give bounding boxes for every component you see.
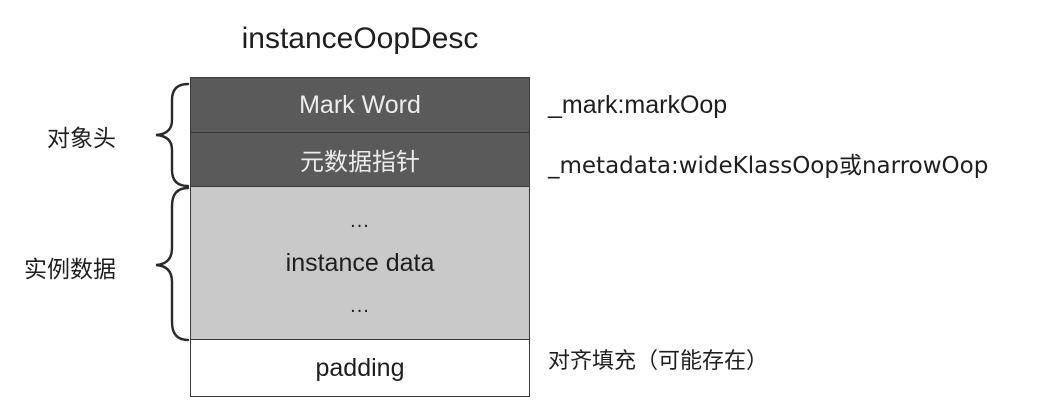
mark-word-label: Mark Word <box>299 90 421 119</box>
metadata-pointer-label: 元数据指针 <box>300 148 420 176</box>
padding-block: padding <box>190 339 530 397</box>
padding-note-label: 对齐填充（可能存在） <box>548 349 769 374</box>
mark-word-block: Mark Word <box>190 77 530 133</box>
object-header-label: 对象头 <box>47 126 116 152</box>
instance-data-block: ... instance data ... <box>190 186 530 340</box>
instance-data-side-label: 实例数据 <box>24 257 116 283</box>
metadata-pointer-block: 元数据指针 <box>190 132 530 187</box>
instance-data-label: instance data <box>285 248 435 277</box>
mark-field-label: _mark:markOop <box>548 91 728 119</box>
instance-dots-top: ... <box>350 209 370 232</box>
object-header-brace <box>155 82 190 188</box>
instance-data-brace <box>155 186 190 342</box>
instance-dots-bottom: ... <box>350 294 370 317</box>
padding-label: padding <box>315 353 405 382</box>
metadata-field-label: _metadata:wideKlassOop或narrowOop <box>548 153 989 179</box>
diagram-title: instanceOopDesc <box>241 22 479 55</box>
